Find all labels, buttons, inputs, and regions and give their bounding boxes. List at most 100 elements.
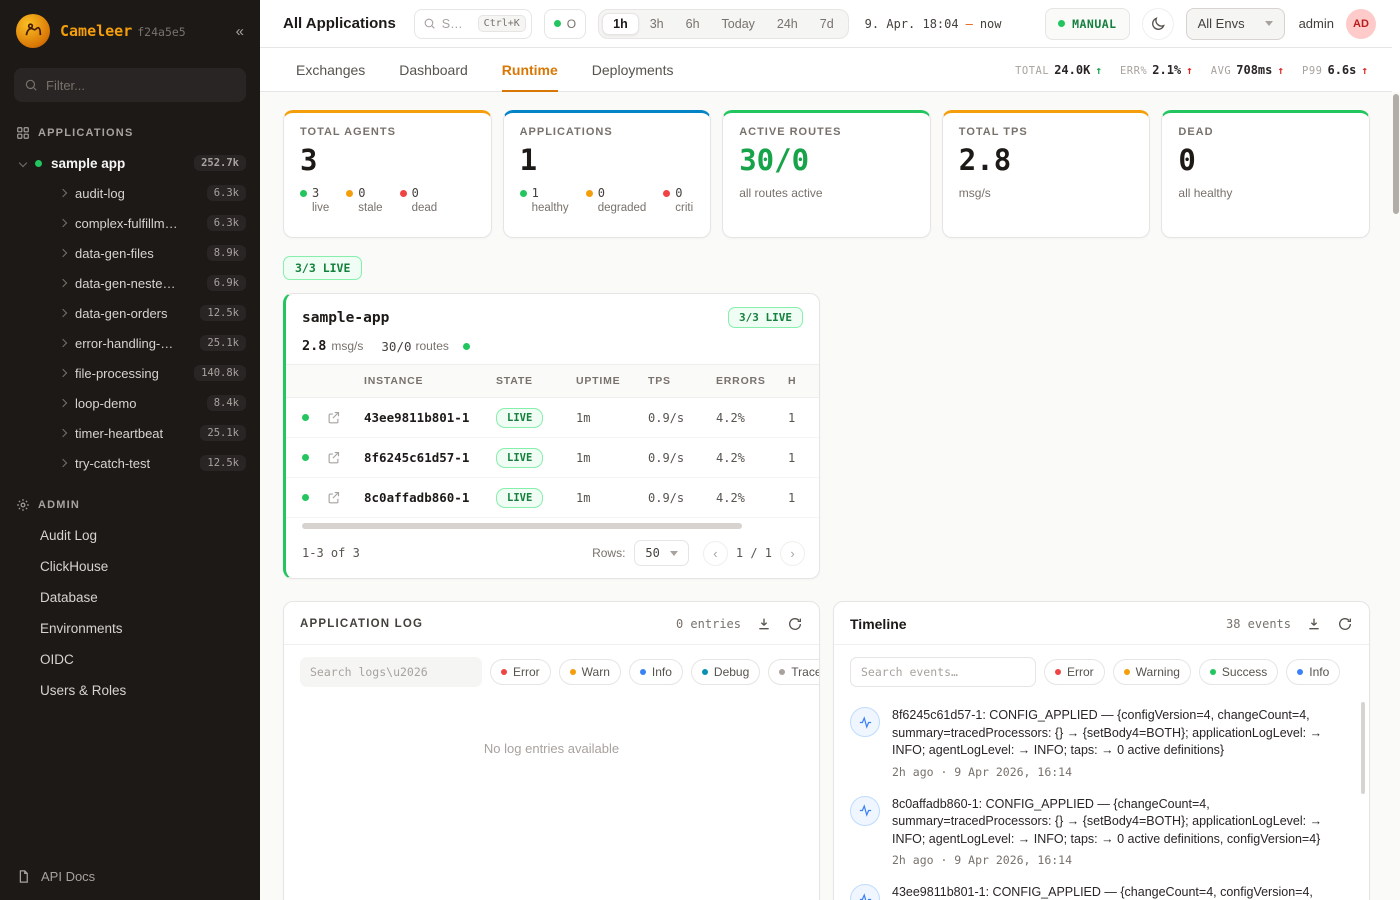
timeline-filter-success[interactable]: Success (1199, 659, 1278, 685)
chevron-right-icon (59, 219, 67, 227)
environment-select[interactable]: All Envs (1186, 8, 1285, 40)
tab-exchanges[interactable]: Exchanges (296, 48, 365, 91)
timeline-filter-warning[interactable]: Warning (1113, 659, 1191, 685)
sidebar-tree-item[interactable]: try-catch-test12.5k (0, 448, 260, 478)
app-status-dot (35, 160, 42, 167)
sidebar-tree-item[interactable]: data-gen-files8.9k (0, 238, 260, 268)
table-row[interactable]: 43ee9811b801-1 LIVE 1m 0.9/s 4.2% 1 (286, 398, 819, 438)
timeline-event[interactable]: 8c0affadb860-1: CONFIG_APPLIED — {change… (850, 796, 1347, 868)
metric-degraded: 0degraded (586, 186, 647, 214)
green-dot (300, 190, 307, 197)
timeline-filter-error[interactable]: Error (1044, 659, 1105, 685)
app-card-title[interactable]: sample-app (302, 310, 389, 326)
timeline-events-count: 38 events (1226, 617, 1291, 631)
tps-value: 2.8 (302, 338, 326, 354)
count-badge: 25.1k (200, 335, 246, 351)
tab-deployments[interactable]: Deployments (592, 48, 674, 91)
date-range-display[interactable]: 9. Apr. 18:04 — now (865, 17, 1002, 31)
sidebar-tree-item[interactable]: timer-heartbeat25.1k (0, 418, 260, 448)
sidebar-tree-item[interactable]: file-processing140.8k (0, 358, 260, 388)
cyan-dot (702, 669, 708, 675)
sidebar-item-database[interactable]: Database (0, 582, 260, 613)
sidebar-tree-item[interactable]: loop-demo8.4k (0, 388, 260, 418)
sidebar-item-users-roles[interactable]: Users & Roles (0, 675, 260, 706)
stat-p99: P996.6s↑ (1302, 63, 1368, 77)
sidebar-logo-row: Cameleerf24a5e5 « (0, 0, 260, 62)
download-icon[interactable] (1306, 616, 1322, 632)
table-horizontal-scrollbar[interactable] (302, 523, 742, 529)
red-dot (501, 669, 507, 675)
routes-label: routes (416, 339, 449, 353)
external-link-icon[interactable] (326, 490, 341, 505)
tabbar: Exchanges Dashboard Runtime Deployments … (260, 48, 1392, 92)
time-range-3h[interactable]: 3h (639, 13, 675, 35)
chevron-down-icon (670, 551, 678, 556)
timeline-scrollbar[interactable] (1361, 702, 1365, 794)
next-page-button[interactable]: › (780, 541, 805, 566)
username-label: admin (1299, 16, 1334, 31)
sidebar-item-clickhouse[interactable]: ClickHouse (0, 551, 260, 582)
time-range-1h[interactable]: 1h (602, 13, 639, 35)
timeline-filter-info[interactable]: Info (1286, 659, 1340, 685)
blue-dot (1297, 669, 1303, 675)
timeline-title: Timeline (850, 616, 907, 632)
chevron-right-icon (59, 309, 67, 317)
prev-page-button[interactable]: ‹ (703, 541, 728, 566)
sidebar-item-oidc[interactable]: OIDC (0, 644, 260, 675)
sidebar-tree-item[interactable]: audit-log6.3k (0, 178, 260, 208)
sidebar-item-api-docs[interactable]: API Docs (0, 853, 260, 900)
timeline-event[interactable]: 43ee9811b801-1: CONFIG_APPLIED — {change… (850, 884, 1347, 900)
external-link-icon[interactable] (326, 410, 341, 425)
stat-cards-row: TOTAL AGENTS 3 3live 0stale 0dead APPLIC… (283, 110, 1370, 238)
live-filter-chip[interactable]: 3/3 LIVE (283, 256, 362, 280)
global-search[interactable]: S… Ctrl+K (414, 9, 532, 39)
refresh-icon[interactable] (787, 616, 803, 632)
log-panel-title: APPLICATION LOG (300, 618, 423, 630)
search-icon (423, 17, 436, 30)
log-filter-info[interactable]: Info (629, 659, 683, 685)
manual-label: MANUAL (1072, 17, 1117, 31)
metric-live: 3live (300, 186, 329, 214)
refresh-icon[interactable] (1337, 616, 1353, 632)
time-range-24h[interactable]: 24h (766, 13, 809, 35)
sidebar-tree-item[interactable]: data-gen-orders12.5k (0, 298, 260, 328)
admin-section-label: ADMIN (38, 499, 80, 511)
sidebar-item-environments[interactable]: Environments (0, 613, 260, 644)
admin-section-header: ADMIN (0, 486, 260, 520)
manual-refresh-button[interactable]: MANUAL (1045, 8, 1130, 40)
count-badge: 8.4k (207, 395, 246, 411)
log-filter-trace[interactable]: Trace (768, 659, 820, 685)
timeline-event[interactable]: 8f6245c61d57-1: CONFIG_APPLIED — {config… (850, 707, 1347, 779)
amber-dot (346, 190, 353, 197)
tab-dashboard[interactable]: Dashboard (399, 48, 468, 91)
online-indicator[interactable]: O (544, 9, 586, 39)
timeline-search-input[interactable] (850, 657, 1036, 687)
log-search-input[interactable] (300, 657, 482, 687)
time-range-today[interactable]: Today (711, 13, 766, 35)
sidebar-item-audit-log[interactable]: Audit Log (0, 520, 260, 551)
sidebar-collapse-button[interactable]: « (236, 23, 244, 40)
time-range-6h[interactable]: 6h (675, 13, 711, 35)
sidebar-tree-item[interactable]: complex-fulfillm…6.3k (0, 208, 260, 238)
avatar[interactable]: AD (1346, 9, 1376, 39)
sidebar-tree-item[interactable]: data-gen-neste…6.9k (0, 268, 260, 298)
trend-up-icon: ↑ (1095, 64, 1102, 77)
page-scrollbar[interactable] (1393, 94, 1399, 214)
event-timestamp: 2h ago · 9 Apr 2026, 16:14 (892, 853, 1347, 867)
sidebar-item-sample-app[interactable]: sample app 252.7k (0, 148, 260, 178)
table-row[interactable]: 8f6245c61d57-1 LIVE 1m 0.9/s 4.2% 1 (286, 438, 819, 478)
time-range-7d[interactable]: 7d (809, 13, 845, 35)
log-filter-error[interactable]: Error (490, 659, 551, 685)
log-filter-warn[interactable]: Warn (559, 659, 621, 685)
table-row[interactable]: 8c0affadb860-1 LIVE 1m 0.9/s 4.2% 1 (286, 478, 819, 518)
dark-mode-toggle[interactable] (1142, 8, 1174, 40)
rows-per-page-select[interactable]: 50 (634, 540, 688, 566)
filter-input[interactable] (46, 78, 236, 93)
app-card-stats: 2.8 msg/s 30/0 routes (286, 338, 819, 365)
download-icon[interactable] (756, 616, 772, 632)
sidebar-tree-item[interactable]: error-handling-…25.1k (0, 328, 260, 358)
log-filter-debug[interactable]: Debug (691, 659, 760, 685)
activity-icon (850, 884, 880, 900)
tab-runtime[interactable]: Runtime (502, 48, 558, 91)
external-link-icon[interactable] (326, 450, 341, 465)
